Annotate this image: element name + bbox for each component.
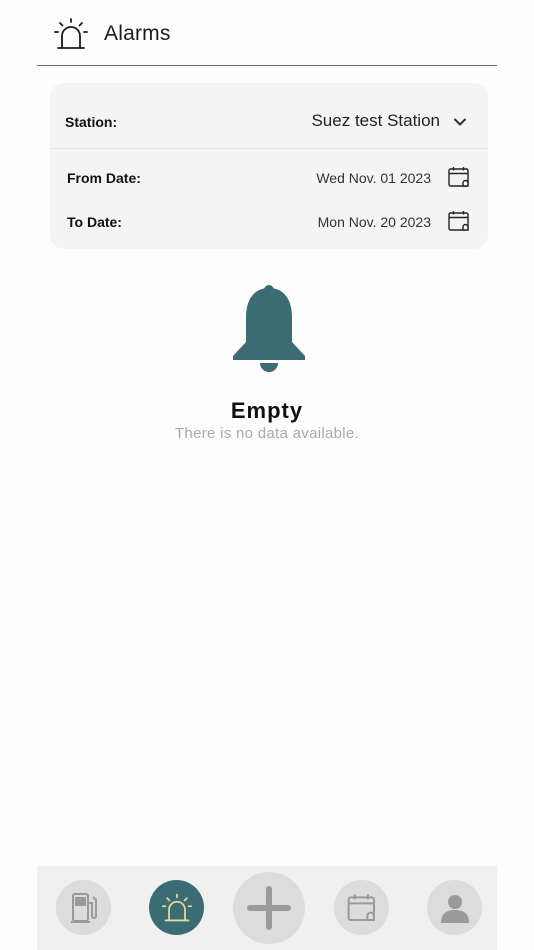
nav-fuel-button[interactable] [56, 880, 111, 935]
nav-add-button[interactable] [233, 872, 305, 944]
calendar-icon[interactable] [447, 165, 471, 189]
siren-icon [54, 18, 88, 49]
siren-icon [161, 893, 192, 921]
plus-icon [247, 886, 291, 930]
fuel-pump-icon [70, 892, 97, 923]
app-header: Alarms [37, 0, 497, 66]
chevron-down-icon[interactable] [452, 114, 468, 130]
calendar-icon[interactable] [447, 209, 471, 233]
station-selector[interactable]: Station: Suez test Station [50, 83, 488, 149]
station-label: Station: [65, 114, 118, 130]
from-date-label: From Date: [67, 170, 141, 186]
user-icon [440, 894, 469, 923]
filter-card: Station: Suez test Station From Date: We… [50, 83, 488, 249]
from-date-value[interactable]: Wed Nov. 01 2023 [316, 170, 431, 186]
bottom-nav [37, 866, 497, 950]
empty-state-message: There is no data available. [174, 425, 360, 442]
empty-state-title: Empty [230, 398, 304, 423]
nav-calendar-button[interactable] [334, 880, 389, 935]
station-value[interactable]: Suez test Station [311, 111, 440, 131]
to-date-row: To Date: Mon Nov. 20 2023 [50, 202, 488, 242]
to-date-label: To Date: [67, 214, 122, 230]
from-date-row: From Date: Wed Nov. 01 2023 [50, 158, 488, 198]
to-date-value[interactable]: Mon Nov. 20 2023 [318, 214, 431, 230]
page-title: Alarms [104, 22, 171, 45]
bell-icon [233, 285, 305, 372]
nav-alarms-button[interactable] [149, 880, 204, 935]
nav-profile-button[interactable] [427, 880, 482, 935]
calendar-icon [347, 894, 375, 921]
